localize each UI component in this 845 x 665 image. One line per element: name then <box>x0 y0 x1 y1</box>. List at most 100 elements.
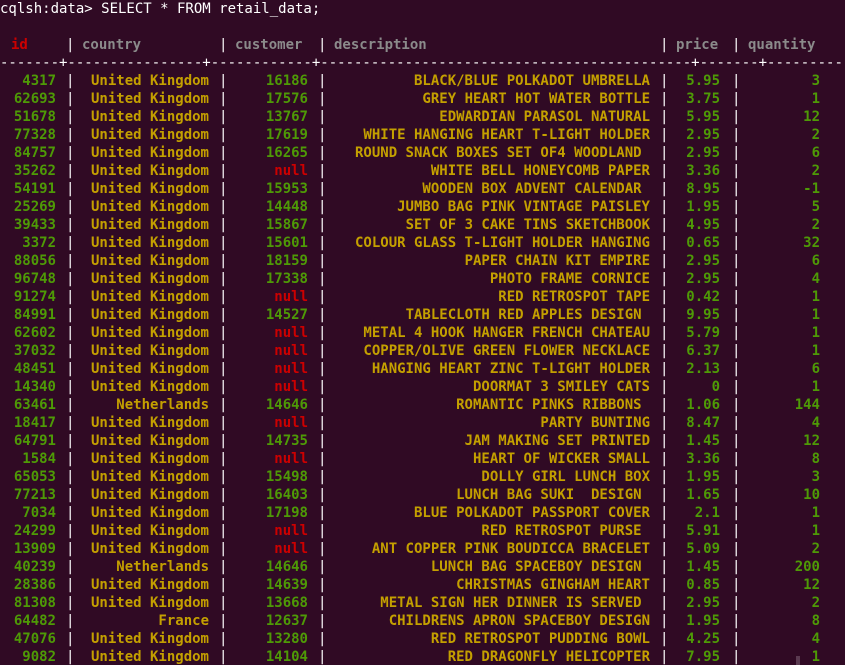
table-row[interactable]: 24299 | United Kingdom | null | RED RETROSPOT … <box>0 522 845 540</box>
terminal-window[interactable]: cqlsh:data> SELECT * FROM retail_data; i… <box>0 0 845 665</box>
table-row[interactable]: 18417 | United Kingdom | null | PARTY BUNTING |… <box>0 414 845 432</box>
column-divider: | <box>660 253 669 269</box>
column-divider: | <box>732 541 741 557</box>
cell-description: TABLECLOTH RED APPLES DESIGN <box>405 307 650 323</box>
cell-price: 1.65 <box>686 487 720 503</box>
table-row[interactable]: 9082 | United Kingdom | 14104 | RED DRAGONFLY … <box>0 648 845 665</box>
cell-quantity: 2 <box>811 127 820 143</box>
column-divider: | <box>732 649 741 665</box>
table-row[interactable]: 39433 | United Kingdom | 15867 | SET OF 3 CAKE… <box>0 216 845 234</box>
cell-country: United Kingdom <box>90 289 209 305</box>
column-divider: | <box>318 649 327 665</box>
column-divider: | <box>318 235 327 251</box>
table-row[interactable]: 48451 | United Kingdom | null | HANGING HEART … <box>0 360 845 378</box>
cell-price: 1.95 <box>686 613 720 629</box>
table-row[interactable]: 77213 | United Kingdom | 16403 | LUNCH BAG SUK… <box>0 486 845 504</box>
column-divider: | <box>66 199 75 215</box>
cell-price: 2.95 <box>686 253 720 269</box>
table-row[interactable]: 77328 | United Kingdom | 17619 | WHITE HANGING… <box>0 126 845 144</box>
cell-price: 0.42 <box>686 289 720 305</box>
cell-quantity: 32 <box>803 235 820 251</box>
column-divider: | <box>219 559 228 575</box>
table-row[interactable]: 84991 | United Kingdom | 14527 | TABLECLOTH RE… <box>0 306 845 324</box>
cell-description: GREY HEART HOT WATER BOTTLE <box>422 91 650 107</box>
table-row[interactable]: 62602 | United Kingdom | null | METAL 4 HOOK H… <box>0 324 845 342</box>
cell-price: 0 <box>711 379 720 395</box>
table-row[interactable]: 3372 | United Kingdom | 15601 | COLOUR GLASS T… <box>0 234 845 252</box>
cell-description: METAL SIGN HER DINNER IS SERVED <box>380 595 650 611</box>
table-row[interactable]: 63461 | Netherlands | 14646 | ROMANTIC PINKS R… <box>0 396 845 414</box>
column-divider: | <box>318 289 327 305</box>
table-row[interactable]: 13909 | United Kingdom | null | ANT COPPER PIN… <box>0 540 845 558</box>
table-row[interactable]: 35262 | United Kingdom | null | WHITE BELL HON… <box>0 162 845 180</box>
cell-customer: null <box>274 379 308 395</box>
cell-id: 39433 <box>13 217 56 233</box>
column-divider: | <box>66 469 75 485</box>
table-row[interactable]: 14340 | United Kingdom | null | DOORMAT 3 SMIL… <box>0 378 845 396</box>
column-divider: | <box>219 595 228 611</box>
column-divider: | <box>732 613 741 629</box>
cell-price: 5.91 <box>686 523 720 539</box>
header-price: price <box>676 37 719 53</box>
cell-customer: 17619 <box>265 127 308 143</box>
column-divider: | <box>660 73 669 89</box>
cell-price: 3.75 <box>686 91 720 107</box>
column-divider: | <box>732 127 741 143</box>
cell-price: 4.25 <box>686 631 720 647</box>
cell-country: United Kingdom <box>90 523 209 539</box>
table-row[interactable]: 91274 | United Kingdom | null | RED RETROSPOT … <box>0 288 845 306</box>
cell-customer: 18159 <box>265 253 308 269</box>
cell-country: United Kingdom <box>90 163 209 179</box>
table-row[interactable]: 7034 | United Kingdom | 17198 | BLUE POLKADOT … <box>0 504 845 522</box>
table-row[interactable]: 96748 | United Kingdom | 17338 | PHOTO FRAME C… <box>0 270 845 288</box>
table-row[interactable]: 40239 | Netherlands | 14646 | LUNCH BAG SPACEB… <box>0 558 845 576</box>
cell-customer: 16403 <box>265 487 308 503</box>
column-divider: | <box>219 541 228 557</box>
column-divider: | <box>66 235 75 251</box>
column-divider: | <box>732 631 741 647</box>
column-divider: | <box>732 307 741 323</box>
table-row[interactable]: 25269 | United Kingdom | 14448 | JUMBO BAG PIN… <box>0 198 845 216</box>
cell-country: United Kingdom <box>90 469 209 485</box>
column-divider: | <box>219 199 228 215</box>
table-row[interactable]: 81308 | United Kingdom | 13668 | METAL SIGN HE… <box>0 594 845 612</box>
table-row[interactable]: 54191 | United Kingdom | 15953 | WOODEN BOX AD… <box>0 180 845 198</box>
table-row[interactable]: 37032 | United Kingdom | null | COPPER/OLIVE G… <box>0 342 845 360</box>
table-row[interactable]: 1584 | United Kingdom | null | HEART OF WICKER… <box>0 450 845 468</box>
column-divider: | <box>66 541 75 557</box>
table-row[interactable]: 64791 | United Kingdom | 14735 | JAM MAKING SE… <box>0 432 845 450</box>
table-row[interactable]: 88056 | United Kingdom | 18159 | PAPER CHAIN K… <box>0 252 845 270</box>
table-row[interactable]: 28386 | United Kingdom | 14639 | CHRISTMAS GIN… <box>0 576 845 594</box>
table-row[interactable]: 64482 | France | 12637 | CHILDRENS APRON SPACE… <box>0 612 845 630</box>
table-row[interactable]: 4317 | United Kingdom | 16186 | BLACK/BLUE POL… <box>0 72 845 90</box>
column-divider: | <box>660 307 669 323</box>
table-row[interactable]: 84757 | United Kingdom | 16265 | ROUND SNACK B… <box>0 144 845 162</box>
column-divider: | <box>219 181 228 197</box>
table-row[interactable]: 65053 | United Kingdom | 15498 | DOLLY GIRL LU… <box>0 468 845 486</box>
table-row[interactable]: 62693 | United Kingdom | 17576 | GREY HEART HO… <box>0 90 845 108</box>
column-divider: | <box>318 487 327 503</box>
table-row[interactable]: 51678 | United Kingdom | 13767 | EDWARDIAN PAR… <box>0 108 845 126</box>
cell-quantity: 200 <box>794 559 820 575</box>
column-divider: | <box>660 397 669 413</box>
cell-id: 51678 <box>13 109 56 125</box>
column-divider: | <box>318 73 327 89</box>
table-row[interactable]: 47076 | United Kingdom | 13280 | RED RETROSPOT… <box>0 630 845 648</box>
cell-quantity: 5 <box>811 199 820 215</box>
cell-customer: 13767 <box>265 109 308 125</box>
column-divider: | <box>660 505 669 521</box>
cell-customer: 17338 <box>265 271 308 287</box>
column-divider: | <box>219 325 228 341</box>
cell-country: United Kingdom <box>90 253 209 269</box>
column-divider: | <box>732 505 741 521</box>
column-divider: | <box>66 613 75 629</box>
column-divider: | <box>732 397 741 413</box>
column-divider: | <box>660 217 669 233</box>
cell-id: 84757 <box>13 145 56 161</box>
column-divider: | <box>732 73 741 89</box>
cell-customer: 17198 <box>265 505 308 521</box>
header-id: id <box>11 37 28 53</box>
cell-id: 13909 <box>13 541 56 557</box>
cell-customer: null <box>274 163 308 179</box>
column-divider: | <box>660 271 669 287</box>
